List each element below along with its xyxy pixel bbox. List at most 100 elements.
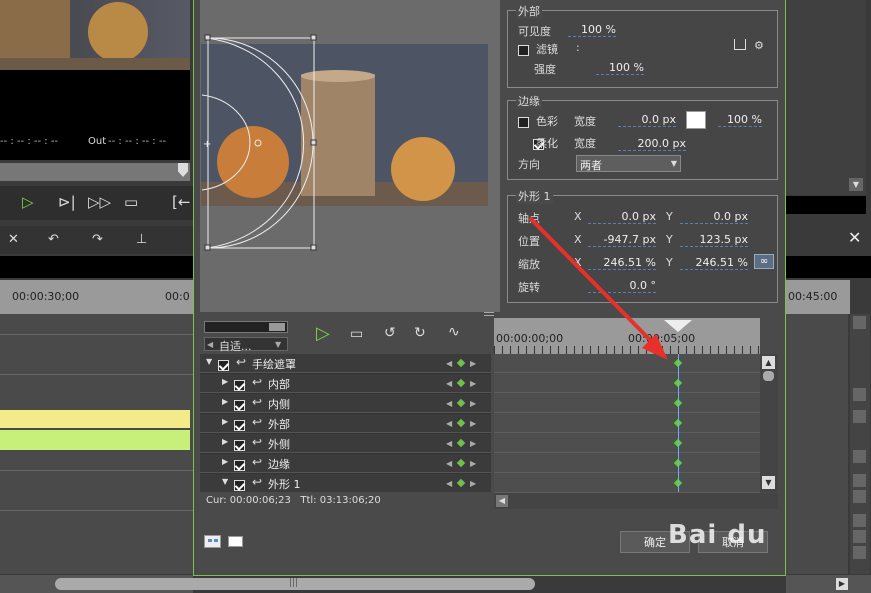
tl-next-keyframe-icon[interactable]: ↻ (414, 325, 426, 341)
scale-y-field[interactable]: 246.51 % (680, 256, 748, 270)
prev-keyframe-icon[interactable]: ◀ (446, 419, 452, 428)
filter-import-icon[interactable] (734, 39, 746, 50)
track-row[interactable]: ▼ ↩ 手绘遮罩 ◀ ▶ (200, 354, 491, 373)
hscroll-thumb[interactable]: ||| (55, 578, 535, 590)
track-checkbox[interactable] (234, 379, 245, 391)
zoom-slider[interactable] (204, 321, 288, 333)
track-checkbox[interactable] (234, 439, 245, 451)
prev-keyframe-icon[interactable]: ◀ (446, 479, 452, 488)
vscroll-btn[interactable] (853, 450, 866, 463)
right-scroll-down[interactable]: ▼ (849, 178, 863, 191)
add-keyframe-icon[interactable] (456, 418, 466, 428)
next-keyframe-icon[interactable]: ▶ (470, 419, 476, 428)
track-row[interactable]: ▶ ↩ 内部 ◀ ▶ (200, 374, 491, 393)
keyframe-hscroll[interactable]: ◀ (494, 493, 778, 509)
bottom-scrollbar-right[interactable]: ▶ (786, 575, 871, 593)
next-keyframe-icon[interactable]: ▶ (470, 379, 476, 388)
vscroll-btn[interactable] (853, 388, 866, 401)
track-row[interactable]: ▶ ↩ 外部 ◀ ▶ (200, 414, 491, 433)
pivot-x-field[interactable]: 0.0 px (588, 210, 656, 224)
prev-keyframe-icon[interactable]: ◀ (446, 379, 452, 388)
play-icon[interactable]: ▷ (22, 194, 34, 210)
prev-keyframe-icon[interactable]: ◀ (446, 439, 452, 448)
prev-keyframe-icon[interactable]: ◀ (446, 459, 452, 468)
add-keyframe-icon[interactable] (456, 398, 466, 408)
strength-field[interactable]: 100 % (596, 61, 644, 75)
vscroll-btn[interactable] (853, 530, 866, 543)
track-row[interactable]: ▶ ↩ 边缘 ◀ ▶ (200, 454, 491, 473)
edge-width-field[interactable]: 0.0 px (618, 113, 676, 127)
vscroll-btn[interactable] (853, 514, 866, 527)
expand-down-icon[interactable]: ▼ (222, 477, 228, 486)
position-y-field[interactable]: 123.5 px (680, 233, 748, 247)
undo-icon[interactable]: ↶ (48, 232, 59, 248)
expand-down-icon[interactable]: ▼ (206, 357, 212, 366)
kf-scroll-left[interactable]: ◀ (496, 495, 508, 507)
pivot-y-field[interactable]: 0.0 px (680, 210, 748, 224)
scrub-bar[interactable] (0, 163, 190, 181)
delete-icon[interactable]: ✕ (8, 232, 19, 248)
close-icon[interactable]: ✕ (848, 228, 861, 247)
marker-icon[interactable]: ⊥ (136, 232, 147, 248)
expand-right-icon[interactable]: ▶ (222, 437, 228, 446)
direction-select[interactable]: 两者 ▼ (576, 155, 681, 172)
expand-right-icon[interactable]: ▶ (222, 377, 228, 386)
scale-x-field[interactable]: 246.51 % (588, 256, 656, 270)
next-keyframe-icon[interactable]: ▶ (470, 359, 476, 368)
link-icon[interactable]: ∞ (754, 254, 774, 269)
prev-keyframe-icon[interactable]: ◀ (446, 359, 452, 368)
track-row[interactable]: ▶ ↩ 内侧 ◀ ▶ (200, 394, 491, 413)
vscroll-btn[interactable] (853, 474, 866, 487)
track-row[interactable]: ▶ ↩ 外侧 ◀ ▶ (200, 434, 491, 453)
tl-prev-keyframe-icon[interactable]: ↺ (384, 325, 396, 341)
yellow-clip[interactable] (0, 410, 190, 428)
kf-scroll-thumb[interactable] (763, 371, 774, 381)
vscroll-btn[interactable] (853, 490, 866, 503)
track-checkbox[interactable] (234, 459, 245, 471)
layout-single-icon[interactable] (228, 536, 243, 547)
scroll-right-icon[interactable]: ▶ (836, 578, 848, 590)
expand-right-icon[interactable]: ▶ (222, 417, 228, 426)
right-vscroll[interactable] (850, 314, 870, 574)
tl-play-icon[interactable]: ▷ (316, 323, 330, 344)
vscroll-btn[interactable] (853, 316, 866, 329)
track-row[interactable]: ▼ ↩ 外形 1 ◀ ▶ (200, 474, 491, 493)
soften-width-field[interactable]: 200.0 px (618, 137, 686, 151)
prev-keyframe-icon[interactable]: ◀ (446, 399, 452, 408)
next-keyframe-icon[interactable]: ▶ (470, 459, 476, 468)
kf-scroll-up[interactable]: ▲ (762, 356, 775, 369)
scrub-handle[interactable] (178, 163, 188, 177)
add-keyframe-icon[interactable] (456, 478, 466, 488)
fast-forward-icon[interactable]: ▷▷ (88, 194, 111, 210)
redo-icon[interactable]: ↷ (92, 232, 103, 248)
step-forward-icon[interactable]: ⊳| (58, 194, 76, 210)
expand-right-icon[interactable]: ▶ (222, 397, 228, 406)
filter-settings-icon[interactable]: ⚙ (754, 39, 764, 52)
color-checkbox[interactable] (518, 116, 529, 128)
edge-color-swatch[interactable] (686, 111, 706, 129)
zoom-slider-thumb[interactable] (269, 323, 285, 331)
edge-opacity-field[interactable]: 100 % (718, 113, 762, 127)
output-icon[interactable]: ▭ (124, 194, 138, 210)
keyframe-vscroll[interactable]: ▲ ▼ (760, 354, 778, 492)
position-x-field[interactable]: -947.7 px (588, 233, 656, 247)
kf-scroll-down[interactable]: ▼ (762, 476, 775, 489)
expand-right-icon[interactable]: ▶ (222, 457, 228, 466)
track-checkbox[interactable] (234, 399, 245, 411)
mode-select[interactable]: ◀ 自适... ▼ (204, 337, 288, 353)
filter-checkbox[interactable] (518, 44, 529, 56)
vscroll-btn[interactable] (853, 410, 866, 423)
track-checkbox[interactable] (218, 359, 229, 371)
next-keyframe-icon[interactable]: ▶ (470, 479, 476, 488)
add-keyframe-icon[interactable] (456, 458, 466, 468)
mode-down-icon[interactable]: ▼ (275, 340, 281, 349)
mask-shape-overlay[interactable]: + (200, 0, 500, 312)
vscroll-btn[interactable] (853, 546, 866, 559)
tl-graph-icon[interactable]: ∿ (448, 324, 460, 340)
tl-add-keyframe-icon[interactable]: ▭ (350, 326, 363, 342)
layout-split-icon[interactable] (204, 535, 221, 548)
next-keyframe-icon[interactable]: ▶ (470, 399, 476, 408)
green-clip[interactable] (0, 430, 190, 450)
track-checkbox[interactable] (234, 479, 245, 491)
visibility-field[interactable]: 100 % (568, 23, 616, 37)
